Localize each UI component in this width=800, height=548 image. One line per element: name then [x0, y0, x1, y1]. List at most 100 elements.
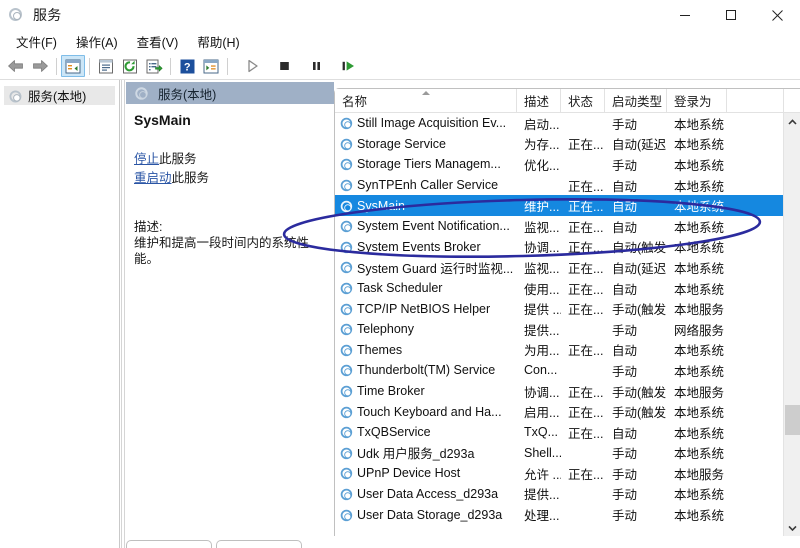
- stop-service-link[interactable]: 停止: [134, 152, 159, 166]
- help-icon[interactable]: ?: [175, 55, 199, 77]
- show-hide-tree-icon[interactable]: [61, 55, 85, 77]
- restart-service-link[interactable]: 重启动: [134, 171, 172, 185]
- cell-desc: 为用...: [517, 340, 561, 359]
- service-detail-pane: 服务(本地) SysMain 停止此服务 重启动此服务 描述: 维护和提高一段时…: [126, 80, 334, 548]
- scrollbar-thumb[interactable]: [785, 405, 800, 435]
- tree-item-label: 服务(本地): [28, 86, 86, 105]
- cell-status: 正在...: [561, 237, 605, 256]
- cell-startup: 自动: [605, 217, 667, 236]
- column-header-1[interactable]: 描述: [517, 89, 561, 113]
- cell-startup: 手动: [605, 443, 667, 462]
- restart-service-icon[interactable]: [336, 55, 360, 77]
- export-list-icon[interactable]: [142, 55, 166, 77]
- view-tabs: [126, 540, 800, 548]
- table-row[interactable]: Thunderbolt(TM) ServiceCon...手动本地系统: [335, 360, 784, 381]
- table-row[interactable]: SysMain维护...正在...自动本地系统: [335, 195, 784, 216]
- properties-icon[interactable]: [94, 55, 118, 77]
- menu-action[interactable]: 操作(A): [68, 30, 129, 53]
- service-name-label: TxQBService: [357, 425, 431, 439]
- toolbar-separator: [170, 58, 171, 75]
- service-name-label: Still Image Acquisition Ev...: [357, 116, 506, 130]
- cell-logon: 本地系统: [667, 155, 727, 174]
- cell-status: 正在...: [561, 176, 605, 195]
- service-gear-icon: [339, 281, 353, 295]
- table-row[interactable]: Time Broker协调...正在...手动(触发...本地服务: [335, 381, 784, 402]
- column-header-5[interactable]: [727, 89, 784, 113]
- table-row[interactable]: TCP/IP NetBIOS Helper提供 ...正在...手动(触发...…: [335, 298, 784, 319]
- pause-service-icon[interactable]: [304, 55, 328, 77]
- column-header-4[interactable]: 登录为: [667, 89, 727, 113]
- cell-name: TCP/IP NetBIOS Helper: [335, 302, 517, 316]
- service-name-label: Task Scheduler: [357, 281, 442, 295]
- cell-desc: TxQ...: [517, 425, 561, 439]
- cell-desc: 优化...: [517, 155, 561, 174]
- cell-status: 正在...: [561, 299, 605, 318]
- pane-splitter[interactable]: [121, 80, 125, 548]
- table-row[interactable]: Udk 用户服务_d293aShell...手动本地系统: [335, 443, 784, 464]
- column-header-2[interactable]: 状态: [561, 89, 605, 113]
- service-name-label: Themes: [357, 343, 402, 357]
- table-row[interactable]: SynTPEnh Caller Service正在...自动本地系统: [335, 175, 784, 196]
- cell-status: 正在...: [561, 258, 605, 277]
- cell-logon: 网络服务: [667, 320, 727, 339]
- menu-view[interactable]: 查看(V): [129, 30, 190, 53]
- window-title: 服务: [33, 5, 62, 25]
- table-row[interactable]: System Guard 运行时监视...监视...正在...自动(延迟...本…: [335, 257, 784, 278]
- list-column-headers: 名称描述状态启动类型登录为: [335, 89, 800, 113]
- table-row[interactable]: Task Scheduler使用...正在...自动本地系统: [335, 278, 784, 299]
- cell-name: Thunderbolt(TM) Service: [335, 363, 517, 377]
- menu-help[interactable]: 帮助(H): [189, 30, 250, 53]
- forward-icon[interactable]: [28, 55, 52, 77]
- table-row[interactable]: User Data Storage_d293a处理...手动本地系统: [335, 504, 784, 525]
- vertical-scrollbar[interactable]: [783, 113, 800, 536]
- table-row[interactable]: Themes为用...正在...自动本地系统: [335, 340, 784, 361]
- cell-name: Telephony: [335, 322, 517, 336]
- cell-desc: 使用...: [517, 279, 561, 298]
- service-gear-icon: [339, 343, 353, 357]
- toolbar: ?: [0, 53, 800, 79]
- stop-service-icon[interactable]: [272, 55, 296, 77]
- stop-service-suffix: 此服务: [159, 152, 197, 166]
- service-name-label: TCP/IP NetBIOS Helper: [357, 302, 490, 316]
- restart-service-suffix: 此服务: [172, 171, 210, 185]
- cell-desc: 处理...: [517, 505, 561, 524]
- cell-desc: 协调...: [517, 237, 561, 256]
- cell-startup: 手动: [605, 320, 667, 339]
- cell-startup: 手动: [605, 114, 667, 133]
- service-gear-icon: [339, 405, 353, 419]
- toolbar-separator: [227, 58, 228, 75]
- scroll-down-button[interactable]: [784, 519, 800, 536]
- tab-standard[interactable]: [216, 540, 302, 548]
- description-label: 描述:: [134, 216, 162, 235]
- service-gear-icon: [339, 322, 353, 336]
- table-row[interactable]: Storage Tiers Managem...优化...手动本地系统: [335, 154, 784, 175]
- back-icon[interactable]: [4, 55, 28, 77]
- table-row[interactable]: Still Image Acquisition Ev...启动...手动本地系统: [335, 113, 784, 134]
- show-action-pane-icon[interactable]: [199, 55, 223, 77]
- maximize-button[interactable]: [708, 0, 754, 30]
- table-row[interactable]: Telephony提供...手动网络服务: [335, 319, 784, 340]
- cell-logon: 本地系统: [667, 443, 727, 462]
- table-row[interactable]: Storage Service为存...正在...自动(延迟...本地系统: [335, 134, 784, 155]
- table-row[interactable]: Touch Keyboard and Ha...启用...正在...手动(触发.…: [335, 401, 784, 422]
- cell-logon: 本地系统: [667, 279, 727, 298]
- scroll-up-button[interactable]: [784, 113, 800, 130]
- sidebar-item-services-local[interactable]: 服务(本地): [4, 86, 115, 105]
- menu-file[interactable]: 文件(F): [8, 30, 68, 53]
- close-button[interactable]: [754, 0, 800, 30]
- start-service-icon[interactable]: [240, 55, 264, 77]
- cell-startup: 自动: [605, 176, 667, 195]
- column-header-label: 状态: [568, 91, 593, 110]
- column-header-3[interactable]: 启动类型: [605, 89, 667, 113]
- refresh-icon[interactable]: [118, 55, 142, 77]
- table-row[interactable]: UPnP Device Host允许 ...正在...手动本地服务: [335, 463, 784, 484]
- table-row[interactable]: System Events Broker协调...正在...自动(触发...本地…: [335, 237, 784, 258]
- table-row[interactable]: User Data Access_d293a提供...手动本地系统: [335, 484, 784, 505]
- table-row[interactable]: TxQBServiceTxQ...正在...自动本地系统: [335, 422, 784, 443]
- cell-name: System Event Notification...: [335, 219, 517, 233]
- minimize-button[interactable]: [662, 0, 708, 30]
- column-header-0[interactable]: 名称: [335, 89, 517, 113]
- table-row[interactable]: System Event Notification...监视...正在...自动…: [335, 216, 784, 237]
- menubar: 文件(F) 操作(A) 查看(V) 帮助(H): [0, 30, 800, 53]
- tab-extended[interactable]: [126, 540, 212, 548]
